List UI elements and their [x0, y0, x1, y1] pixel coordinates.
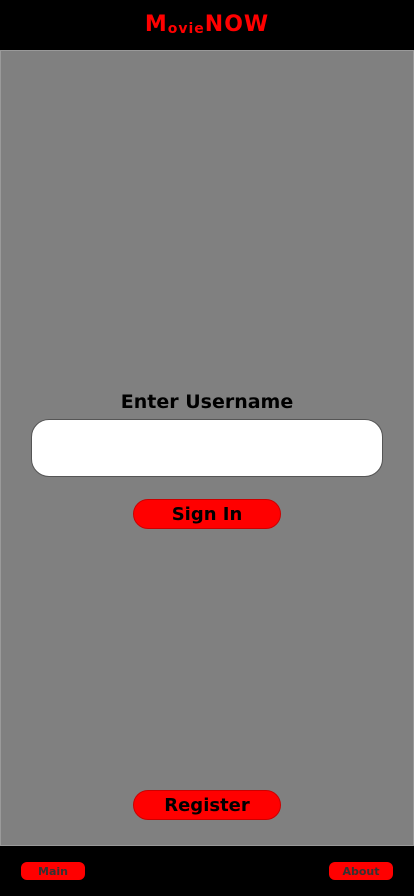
username-prompt: Enter Username — [120, 391, 294, 413]
logo-ovie: ovie — [167, 21, 205, 37]
app-logo: Movie NOW — [144, 12, 270, 37]
logo-m: M — [144, 12, 168, 37]
username-input[interactable] — [31, 419, 383, 477]
login-panel: Enter Username Sign In Register — [0, 50, 414, 846]
logo-now: NOW — [204, 12, 270, 37]
about-nav-button[interactable]: About — [329, 862, 393, 880]
bottom-nav: Main About — [0, 846, 414, 896]
sign-in-button[interactable]: Sign In — [133, 499, 281, 529]
top-bar: Movie NOW — [0, 0, 414, 50]
register-button[interactable]: Register — [133, 790, 281, 820]
app-screen: Movie NOW Enter Username Sign In Register… — [0, 0, 414, 896]
main-nav-button[interactable]: Main — [21, 862, 85, 880]
